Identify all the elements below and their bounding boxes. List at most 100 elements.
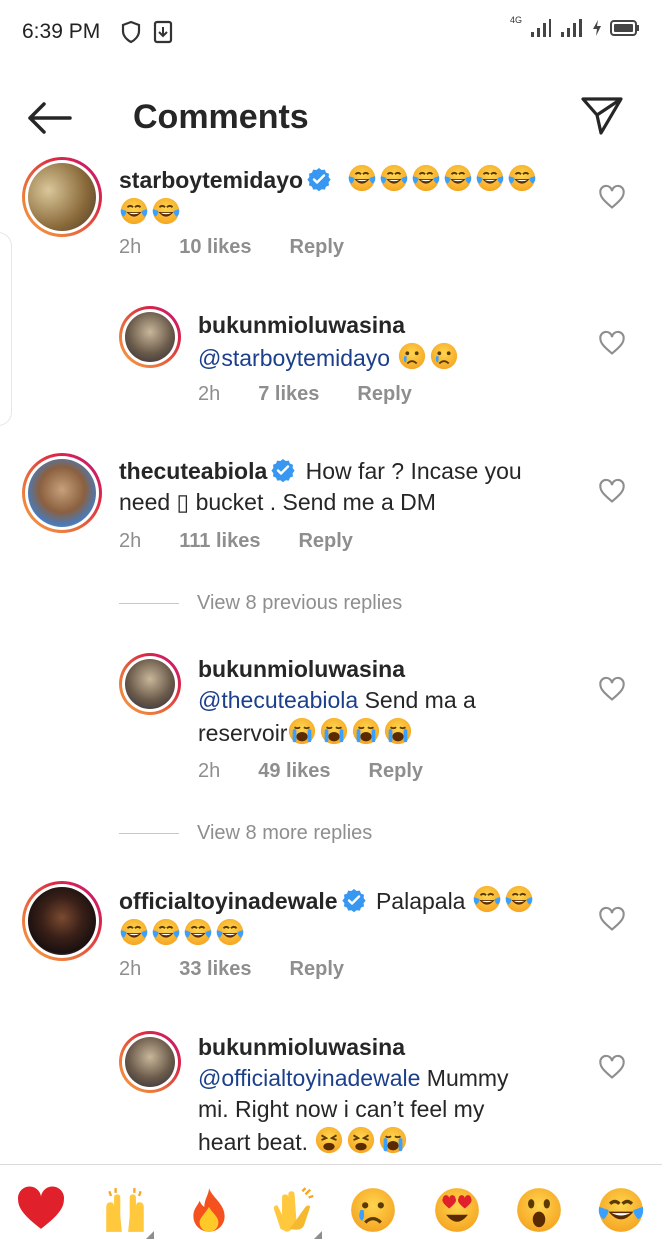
comment-time: 2h	[198, 760, 221, 782]
comment-text: mi. Right now i can’t feel my	[198, 1096, 485, 1122]
comment-text: Palapala	[375, 888, 466, 914]
likes-count[interactable]: 7 likes	[258, 383, 319, 406]
clapping-hands-icon	[273, 1187, 314, 1232]
crying-face-emoji	[397, 341, 427, 371]
red-heart-icon	[17, 1186, 65, 1229]
comment-text: Mummy	[420, 1065, 509, 1091]
mention-link[interactable]: @thecuteabiola	[198, 687, 358, 713]
tears-of-joy-emoji	[411, 163, 441, 193]
avatar[interactable]	[22, 453, 102, 533]
back-button[interactable]	[26, 96, 76, 140]
reaction-surprised-face[interactable]	[514, 1185, 564, 1235]
shield-icon	[121, 20, 141, 44]
reply-item: bukunmioluwasina @thecuteabiola Send ma …	[0, 648, 662, 798]
mention-link[interactable]: @starboytemidayo	[198, 345, 390, 371]
tears-of-joy-emoji	[215, 917, 245, 947]
view-replies-label: View 8 previous replies	[197, 592, 403, 614]
tears-of-joy-face-icon	[596, 1185, 646, 1235]
reply-button[interactable]: Reply	[298, 530, 352, 553]
tears-of-joy-emoji	[151, 196, 181, 226]
paper-plane-icon	[581, 97, 623, 135]
comment-text: reservoir	[198, 720, 288, 746]
reaction-heart-eyes[interactable]	[432, 1185, 482, 1235]
sobbing-face-emoji	[287, 716, 317, 746]
reaction-red-heart[interactable]	[16, 1185, 66, 1235]
reply-button[interactable]: Reply	[290, 958, 344, 981]
verified-badge-icon	[271, 458, 295, 482]
status-time: 6:39 PM	[22, 20, 101, 43]
comment-meta: 2h 111 likes Reply	[119, 530, 353, 553]
surprised-face-icon	[517, 1188, 561, 1232]
view-replies-label: View 8 more replies	[197, 822, 373, 844]
avatar[interactable]	[119, 1031, 181, 1093]
reply-item: bukunmioluwasina @starboytemidayo 2h 7 l…	[0, 300, 662, 420]
avatar[interactable]	[22, 157, 102, 237]
reply-button[interactable]: Reply	[290, 236, 344, 259]
avatar[interactable]	[119, 306, 181, 368]
reaction-clapping-hands[interactable]	[268, 1185, 322, 1239]
reply-button[interactable]: Reply	[369, 760, 423, 783]
comment-username[interactable]: starboytemidayo	[119, 167, 303, 193]
sobbing-face-emoji	[383, 716, 413, 746]
header: Comments	[0, 78, 662, 158]
reaction-fire[interactable]	[184, 1185, 234, 1235]
heart-icon[interactable]	[598, 676, 626, 702]
weary-face-emoji	[346, 1125, 376, 1155]
comment-username[interactable]: bukunmioluwasina	[198, 312, 405, 338]
reaction-crying-face[interactable]	[348, 1185, 398, 1235]
page-title: Comments	[133, 98, 309, 136]
fire-icon	[193, 1188, 225, 1232]
heart-icon[interactable]	[598, 330, 626, 356]
heart-icon[interactable]	[598, 906, 626, 932]
battery-icon	[610, 20, 639, 36]
comment-meta: 2h 49 likes Reply	[198, 760, 423, 783]
tears-of-joy-emoji	[119, 917, 149, 947]
view-previous-replies-button[interactable]: View 8 previous replies	[119, 592, 402, 615]
sobbing-face-emoji	[351, 716, 381, 746]
verified-badge-icon	[307, 167, 331, 191]
avatar[interactable]	[22, 881, 102, 961]
heart-icon[interactable]	[598, 478, 626, 504]
comment-text: Send ma a	[358, 687, 476, 713]
mention-link[interactable]: @officialtoyinadewale	[198, 1065, 420, 1091]
signal-icon	[531, 19, 551, 37]
emoji-row	[347, 167, 539, 193]
reply-item: bukunmioluwasina @officialtoyinadewale M…	[0, 1026, 662, 1162]
status-bar: 6:39 PM 4G	[0, 0, 662, 68]
comment-username[interactable]: bukunmioluwasina	[198, 656, 405, 682]
heart-icon[interactable]	[598, 1054, 626, 1080]
comment-username[interactable]: officialtoyinadewale	[119, 888, 338, 914]
comment-item: officialtoyinadewale Palapala 2h 33 like…	[0, 878, 662, 998]
comment-username[interactable]: thecuteabiola	[119, 458, 267, 484]
comment-text: need ▯ bucket . Send me a DM	[119, 489, 436, 515]
emoji-reaction-bar	[0, 1164, 662, 1244]
heart-icon[interactable]	[598, 184, 626, 210]
comment-text: heart beat.	[198, 1129, 308, 1155]
tears-of-joy-emoji	[504, 884, 534, 914]
network-type-label: 4G	[509, 15, 522, 25]
likes-count[interactable]: 49 likes	[258, 760, 330, 783]
comment-item: thecuteabiola How far ? Incase you need …	[0, 450, 662, 570]
crying-face-emoji	[429, 341, 459, 371]
reaction-raising-hands[interactable]	[100, 1185, 154, 1239]
likes-count[interactable]: 111 likes	[179, 530, 260, 553]
verified-badge-icon	[342, 888, 366, 912]
signal-icon	[561, 19, 582, 37]
arrow-left-icon	[28, 102, 72, 134]
sobbing-face-emoji	[378, 1125, 408, 1155]
avatar[interactable]	[119, 653, 181, 715]
view-more-replies-button[interactable]: View 8 more replies	[119, 822, 372, 845]
share-button[interactable]	[580, 96, 626, 140]
comment-username[interactable]: bukunmioluwasina	[198, 1034, 405, 1060]
tears-of-joy-emoji	[151, 917, 181, 947]
likes-count[interactable]: 33 likes	[179, 958, 251, 981]
likes-count[interactable]: 10 likes	[179, 236, 251, 259]
comment-meta: 2h 33 likes Reply	[119, 958, 344, 981]
reply-button[interactable]: Reply	[357, 383, 411, 406]
comment-time: 2h	[119, 530, 142, 552]
heart-eyes-face-icon	[435, 1188, 479, 1232]
comment-item: starboytemidayo 2h 10 likes Reply	[0, 157, 662, 280]
reaction-tears-of-joy[interactable]	[596, 1185, 646, 1235]
crying-face-icon	[348, 1185, 398, 1235]
comment-time: 2h	[119, 236, 142, 258]
